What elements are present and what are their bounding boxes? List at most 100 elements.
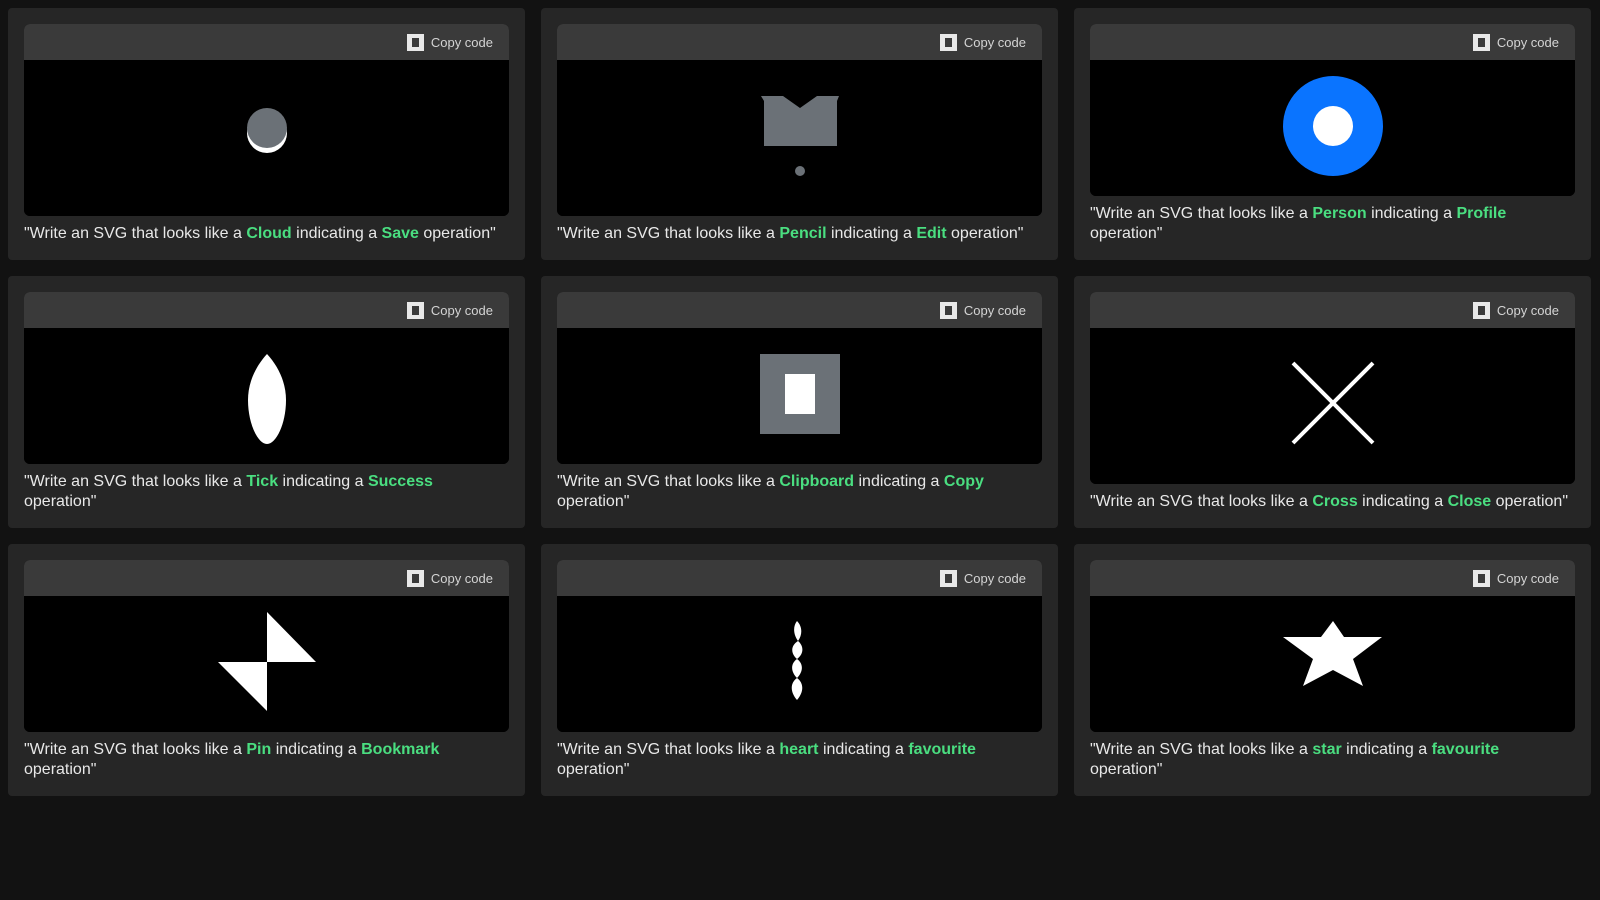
code-block: Copy code bbox=[557, 24, 1042, 216]
prompt-caption: "Write an SVG that looks like a Tick ind… bbox=[24, 473, 433, 510]
subject-highlight: Pencil bbox=[779, 225, 827, 242]
svg-preview bbox=[24, 328, 509, 464]
example-card-heart: Copy code "Write an SVG that looks like … bbox=[541, 544, 1058, 796]
tick-icon bbox=[248, 354, 286, 444]
action-highlight: Bookmark bbox=[361, 741, 440, 758]
pin-icon bbox=[218, 612, 316, 711]
copy-code-label: Copy code bbox=[1496, 34, 1559, 50]
example-card-cloud: Copy code "Write an SVG that looks like … bbox=[8, 8, 525, 260]
code-block: Copy code bbox=[557, 292, 1042, 464]
star-icon bbox=[1283, 621, 1382, 686]
copy-icon bbox=[406, 33, 424, 51]
copy-code-button[interactable]: Copy code bbox=[406, 569, 493, 587]
copy-code-button[interactable]: Copy code bbox=[1472, 301, 1559, 319]
subject-highlight: Clipboard bbox=[779, 473, 855, 490]
copy-code-label: Copy code bbox=[963, 302, 1026, 318]
heart-icon bbox=[791, 621, 803, 700]
subject-highlight: Person bbox=[1312, 205, 1367, 222]
subject-highlight: Tick bbox=[246, 473, 279, 490]
code-block: Copy code bbox=[1090, 292, 1575, 484]
copy-code-button[interactable]: Copy code bbox=[1472, 569, 1559, 587]
copy-code-label: Copy code bbox=[963, 34, 1026, 50]
example-card-pin: Copy code "Write an SVG that looks like … bbox=[8, 544, 525, 796]
copy-icon bbox=[406, 301, 424, 319]
code-block: Copy code bbox=[24, 24, 509, 216]
svg-preview bbox=[557, 596, 1042, 732]
action-highlight: favourite bbox=[908, 741, 976, 758]
example-card-star: Copy code "Write an SVG that looks like … bbox=[1074, 544, 1591, 796]
code-header: Copy code bbox=[1090, 292, 1575, 328]
code-header: Copy code bbox=[1090, 24, 1575, 60]
action-highlight: Close bbox=[1447, 493, 1492, 510]
action-highlight: favourite bbox=[1431, 741, 1500, 758]
action-highlight: Copy bbox=[943, 473, 984, 490]
prompt-caption: "Write an SVG that looks like a heart in… bbox=[557, 741, 976, 778]
svg-preview bbox=[1090, 60, 1575, 196]
code-header: Copy code bbox=[1090, 560, 1575, 596]
prompt-caption: "Write an SVG that looks like a Person i… bbox=[1090, 205, 1507, 242]
subject-highlight: Cloud bbox=[246, 225, 292, 242]
code-block: Copy code bbox=[24, 560, 509, 732]
prompt-caption: "Write an SVG that looks like a star ind… bbox=[1090, 741, 1500, 778]
cloud-icon bbox=[247, 108, 287, 153]
person-icon bbox=[1283, 76, 1383, 176]
code-header: Copy code bbox=[557, 24, 1042, 60]
copy-code-button[interactable]: Copy code bbox=[406, 33, 493, 51]
action-highlight: Save bbox=[381, 225, 419, 242]
copy-code-label: Copy code bbox=[430, 34, 493, 50]
copy-icon bbox=[939, 569, 957, 587]
copy-icon bbox=[406, 569, 424, 587]
code-block: Copy code bbox=[1090, 24, 1575, 196]
svg-examples-grid: Copy code "Write an SVG that looks like … bbox=[8, 8, 1592, 796]
svg-preview bbox=[557, 60, 1042, 216]
code-block: Copy code bbox=[1090, 560, 1575, 732]
prompt-caption: "Write an SVG that looks like a Pin indi… bbox=[24, 741, 440, 778]
example-card-clipboard: Copy code "Write an SVG that looks like … bbox=[541, 276, 1058, 528]
example-card-cross: Copy code "Write an SVG that looks like … bbox=[1074, 276, 1591, 528]
copy-icon bbox=[939, 33, 957, 51]
example-card-tick: Copy code "Write an SVG that looks like … bbox=[8, 276, 525, 528]
code-header: Copy code bbox=[24, 560, 509, 596]
code-header: Copy code bbox=[557, 292, 1042, 328]
action-highlight: Success bbox=[367, 473, 433, 490]
prompt-caption: "Write an SVG that looks like a Cloud in… bbox=[24, 225, 496, 242]
svg-preview bbox=[1090, 596, 1575, 732]
svg-preview bbox=[557, 328, 1042, 464]
subject-highlight: Cross bbox=[1312, 493, 1358, 510]
pencil-icon bbox=[761, 96, 839, 176]
clipboard-icon bbox=[760, 354, 840, 434]
copy-icon bbox=[1472, 301, 1490, 319]
code-block: Copy code bbox=[557, 560, 1042, 732]
copy-code-button[interactable]: Copy code bbox=[406, 301, 493, 319]
copy-code-button[interactable]: Copy code bbox=[939, 33, 1026, 51]
copy-code-button[interactable]: Copy code bbox=[939, 301, 1026, 319]
prompt-caption: "Write an SVG that looks like a Pencil i… bbox=[557, 225, 1024, 242]
copy-code-label: Copy code bbox=[430, 302, 493, 318]
copy-code-button[interactable]: Copy code bbox=[1472, 33, 1559, 51]
code-block: Copy code bbox=[24, 292, 509, 464]
subject-highlight: star bbox=[1312, 741, 1342, 758]
svg-preview bbox=[1090, 328, 1575, 484]
prompt-caption: "Write an SVG that looks like a Clipboar… bbox=[557, 473, 984, 510]
copy-icon bbox=[1472, 33, 1490, 51]
cross-icon bbox=[1291, 361, 1375, 445]
copy-code-label: Copy code bbox=[430, 570, 493, 586]
copy-code-label: Copy code bbox=[1496, 302, 1559, 318]
subject-highlight: Pin bbox=[246, 741, 272, 758]
action-highlight: Edit bbox=[916, 225, 947, 242]
prompt-caption: "Write an SVG that looks like a Cross in… bbox=[1090, 493, 1568, 510]
code-header: Copy code bbox=[557, 560, 1042, 596]
subject-highlight: heart bbox=[779, 741, 819, 758]
svg-preview bbox=[24, 60, 509, 216]
example-card-pencil: Copy code "Write an SVG that looks like … bbox=[541, 8, 1058, 260]
copy-icon bbox=[1472, 569, 1490, 587]
svg-preview bbox=[24, 596, 509, 732]
copy-code-label: Copy code bbox=[1496, 570, 1559, 586]
example-card-person: Copy code "Write an SVG that looks like … bbox=[1074, 8, 1591, 260]
action-highlight: Profile bbox=[1456, 205, 1507, 222]
copy-code-label: Copy code bbox=[963, 570, 1026, 586]
code-header: Copy code bbox=[24, 292, 509, 328]
copy-code-button[interactable]: Copy code bbox=[939, 569, 1026, 587]
copy-icon bbox=[939, 301, 957, 319]
code-header: Copy code bbox=[24, 24, 509, 60]
